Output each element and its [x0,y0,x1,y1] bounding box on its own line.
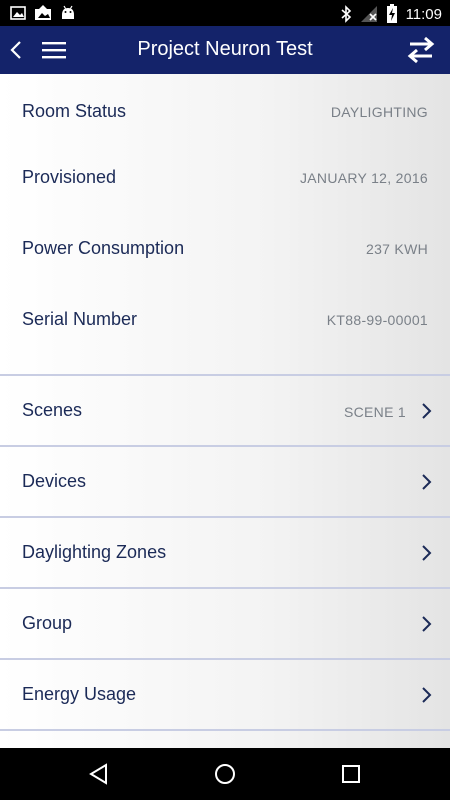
nav-label: Devices [22,471,87,491]
battery-charging-icon [386,4,397,23]
nav-row-devices[interactable]: Devices [0,445,450,517]
info-value: JANUARY 12, 2016 [299,170,428,186]
info-row-serial-number: Serial Number KT88-99-00001 [0,305,450,335]
info-value: 237 KWH [365,241,428,257]
image-icon [10,6,26,20]
bluetooth-icon [341,5,351,23]
info-value: KT88-99-00001 [326,312,428,328]
info-label: Provisioned [22,167,117,187]
chevron-right-icon [422,545,432,561]
no-signal-icon [360,6,377,22]
nav-back-icon[interactable] [87,762,111,786]
nav-label: Group [22,613,73,633]
nav-label: Scenes [22,400,83,420]
page-title: Project Neuron Test [137,38,313,60]
system-nav-bar [0,748,450,800]
nav-value: SCENE 1 [343,404,406,420]
nav-row-energy-usage[interactable]: Energy Usage [0,658,450,730]
nav-row-scenes[interactable]: Scenes SCENE 1 [0,374,450,446]
chevron-right-icon [422,474,432,490]
android-icon [62,5,74,19]
info-label: Room Status [22,101,127,121]
info-value: DAYLIGHTING [330,104,428,120]
info-row-room-status: Room Status DAYLIGHTING [0,97,450,127]
nav-row-daylighting-zones[interactable]: Daylighting Zones [0,516,450,588]
nav-label: Energy Usage [22,684,137,704]
nav-row-group[interactable]: Group [0,587,450,659]
info-label: Power Consumption [22,238,185,258]
photo-upload-icon [35,5,51,20]
nav-label: Daylighting Zones [22,542,167,562]
info-row-provisioned: Provisioned JANUARY 12, 2016 [0,163,450,193]
app-bar: Project Neuron Test [0,26,450,74]
nav-recents-icon[interactable] [339,762,363,786]
chevron-right-icon [422,403,432,419]
nav-row-partial [0,729,450,748]
room-details: Room Status DAYLIGHTING Provisioned JANU… [0,74,450,748]
clock: 11:09 [405,5,442,23]
chevron-right-icon [422,687,432,703]
system-icons: 11:09 [340,4,442,24]
info-row-power-consumption: Power Consumption 237 KWH [0,234,450,264]
status-bar: 11:09 [0,0,450,26]
nav-home-icon[interactable] [213,762,237,786]
swap-arrows-icon[interactable] [406,36,436,64]
info-label: Serial Number [22,309,138,329]
notification-icons [10,5,76,21]
chevron-right-icon [422,616,432,632]
